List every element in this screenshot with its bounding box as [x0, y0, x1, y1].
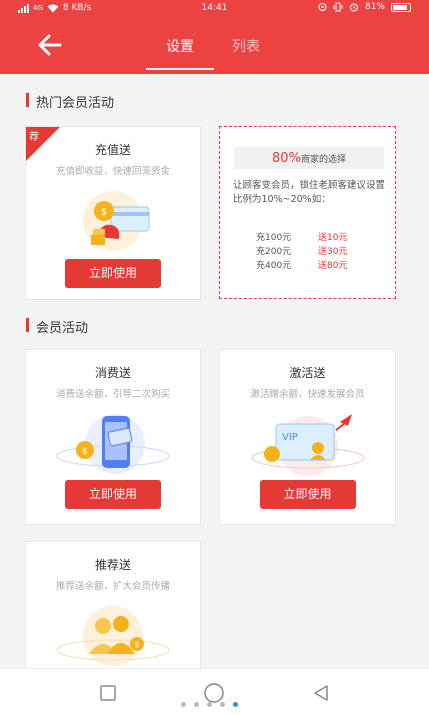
status-right: 81%	[318, 2, 411, 12]
page-dot	[207, 702, 212, 707]
page-dot	[194, 702, 199, 707]
page-dot	[220, 702, 225, 707]
example-row: 充400元 送80元	[256, 261, 348, 271]
home-icon[interactable]	[203, 682, 225, 704]
tab-list[interactable]: 列表	[232, 36, 260, 56]
back-arrow-icon[interactable]	[34, 30, 64, 60]
suggestion-headline: 80%商家的选择	[234, 147, 384, 169]
svg-text:$: $	[101, 207, 107, 218]
svg-text:$: $	[82, 447, 88, 457]
card-description: 推荐送余额，扩大会员传播	[55, 581, 170, 592]
suggestion-body: 让顾客变会员，锁住老顾客建议设置比例为10%~20%如：	[233, 180, 386, 205]
alarm-icon	[349, 3, 358, 12]
use-now-button[interactable]: 立即使用	[65, 259, 161, 288]
phone-coin-illustration: $	[56, 414, 170, 474]
vip-label: VIP	[282, 432, 298, 443]
card-description: 消费送余额，引导二次购买	[55, 389, 170, 400]
system-nav-bar	[0, 668, 429, 715]
use-now-button[interactable]: 立即使用	[65, 480, 161, 509]
coin-card-illustration: $	[83, 191, 150, 251]
recent-apps-icon[interactable]	[100, 685, 116, 701]
card-title: 推荐送	[94, 558, 131, 572]
card-title: 激活送	[289, 366, 326, 380]
page-dot-active	[233, 702, 238, 707]
battery-percent: 81%	[364, 2, 385, 12]
section-title-hot: 热门会员活动	[26, 92, 114, 111]
card-recharge[interactable]: 荐 充值送 充值即收益，快速回笼资金 $ 立即使用	[25, 126, 201, 300]
card-title: 消费送	[94, 366, 131, 380]
card-description: 充值即收益，快速回笼资金	[55, 166, 170, 177]
app-header: 4G 8 KB/s 14:41 81% 设置 列表	[0, 0, 429, 74]
card-description: 激活赠余额，快速发展会员	[250, 389, 365, 400]
referral-people-illustration: $	[56, 606, 170, 666]
use-now-button[interactable]: 立即使用	[259, 480, 356, 509]
page-indicator	[181, 702, 238, 707]
card-title: 充值送	[94, 143, 131, 157]
active-tab-indicator	[146, 68, 214, 70]
suggestion-headline-text: 商家的选择	[300, 155, 346, 165]
svg-text:$: $	[134, 640, 139, 649]
example-row: 充100元 送10元	[256, 233, 348, 243]
section-title-member: 会员活动	[26, 317, 88, 336]
vip-card-illustration: VIP	[251, 414, 364, 476]
location-icon	[318, 3, 327, 11]
status-bar: 4G 8 KB/s 14:41 81%	[0, 0, 429, 18]
example-row: 充200元 送30元	[256, 247, 348, 257]
back-nav-icon[interactable]	[312, 684, 330, 702]
battery-icon	[391, 2, 411, 12]
recharge-suggestion-box: 80%商家的选择 让顾客变会员，锁住老顾客建议设置比例为10%~20%如： 充1…	[219, 126, 396, 299]
vibrate-icon	[333, 2, 343, 12]
tab-settings[interactable]: 设置	[166, 36, 194, 56]
card-referral[interactable]: 推荐送 推荐送余额，扩大会员传播 $	[25, 541, 201, 681]
suggestion-percent: 80%	[272, 151, 301, 166]
suggestion-examples: 充100元 送10元 充200元 送30元 充400元 送80元	[256, 231, 386, 273]
card-consume[interactable]: 消费送 消费送余额，引导二次购买 $ 立即使用	[25, 349, 201, 525]
card-activate[interactable]: 激活送 激活赠余额，快速发展会员 VIP 立即使用	[219, 349, 396, 525]
page-dot	[181, 702, 186, 707]
